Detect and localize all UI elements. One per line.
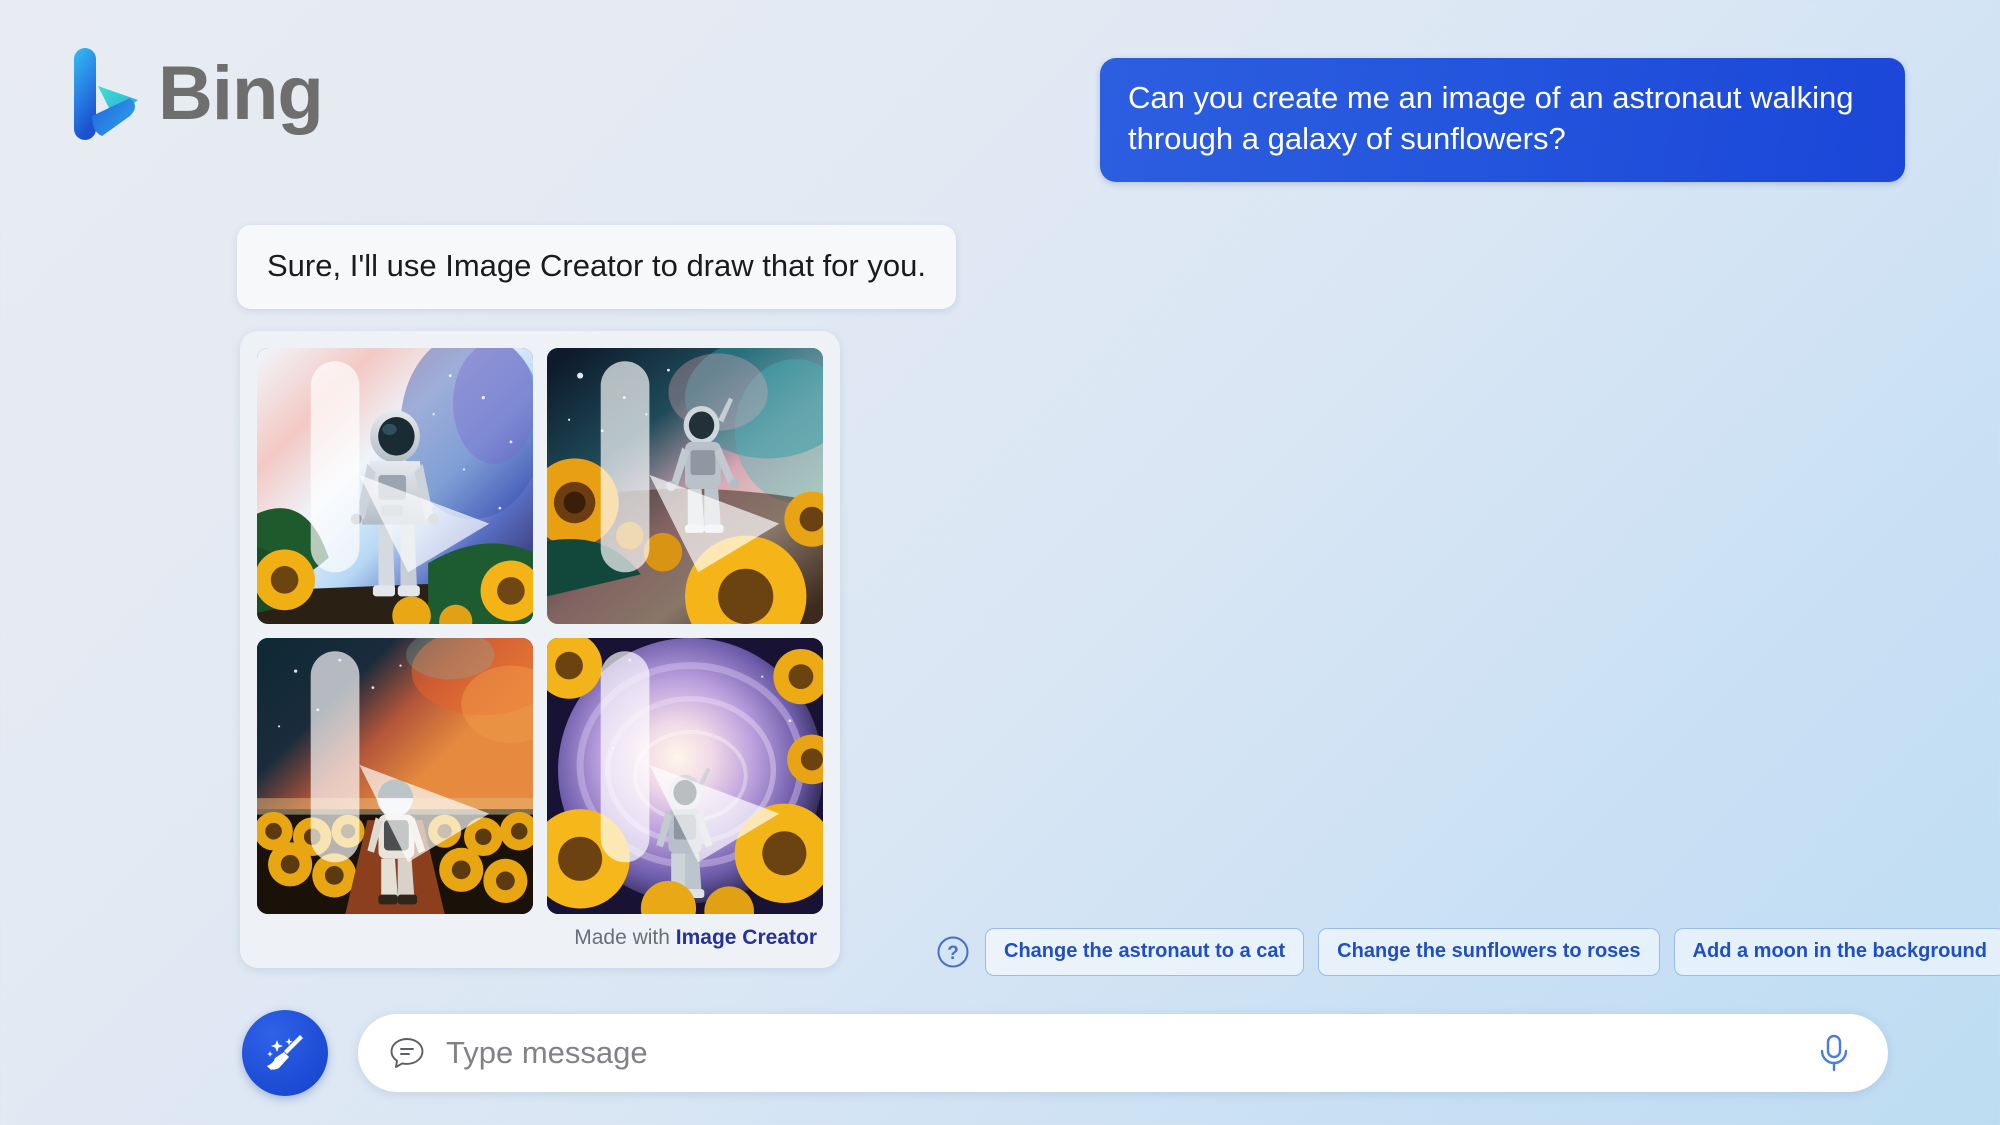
generated-image-1[interactable] (257, 348, 533, 624)
image-creator-link[interactable]: Image Creator (676, 926, 817, 949)
message-input-shell[interactable] (358, 1014, 1888, 1092)
bing-badge-icon (600, 361, 780, 573)
image-creator-attribution: Made with Image Creator (257, 914, 823, 958)
bing-badge-icon (600, 651, 780, 863)
question-mark-circle-icon[interactable]: ? (935, 934, 971, 970)
microphone-icon[interactable] (1814, 1031, 1854, 1075)
suggestion-chip-1[interactable]: Change the astronaut to a cat (985, 928, 1305, 976)
user-message-bubble: Can you create me an image of an astrona… (1100, 58, 1905, 182)
message-composer (242, 1010, 1888, 1096)
attribution-prefix: Made with (574, 926, 670, 949)
broom-sparkle-icon (267, 1035, 303, 1070)
message-input[interactable] (446, 1035, 1794, 1071)
new-topic-button[interactable] (242, 1010, 328, 1096)
suggestion-chips-row: ? Change the astronaut to a cat Change t… (935, 928, 2000, 976)
suggestion-chip-3[interactable]: Add a moon in the background (1673, 928, 2000, 976)
generated-image-4[interactable] (547, 638, 823, 914)
assistant-message-bubble: Sure, I'll use Image Creator to draw tha… (237, 225, 956, 310)
image-results-card: Made with Image Creator (240, 331, 840, 968)
conversation-area: Can you create me an image of an astrona… (0, 0, 2000, 1125)
chat-bubble-icon (390, 1038, 424, 1068)
generated-image-2[interactable] (547, 348, 823, 624)
svg-text:?: ? (947, 943, 959, 964)
bing-badge-icon (310, 361, 490, 573)
generated-image-3[interactable] (257, 638, 533, 914)
image-results-grid (257, 348, 823, 914)
bing-badge-icon (310, 651, 490, 863)
suggestion-chip-2[interactable]: Change the sunflowers to roses (1318, 928, 1660, 976)
